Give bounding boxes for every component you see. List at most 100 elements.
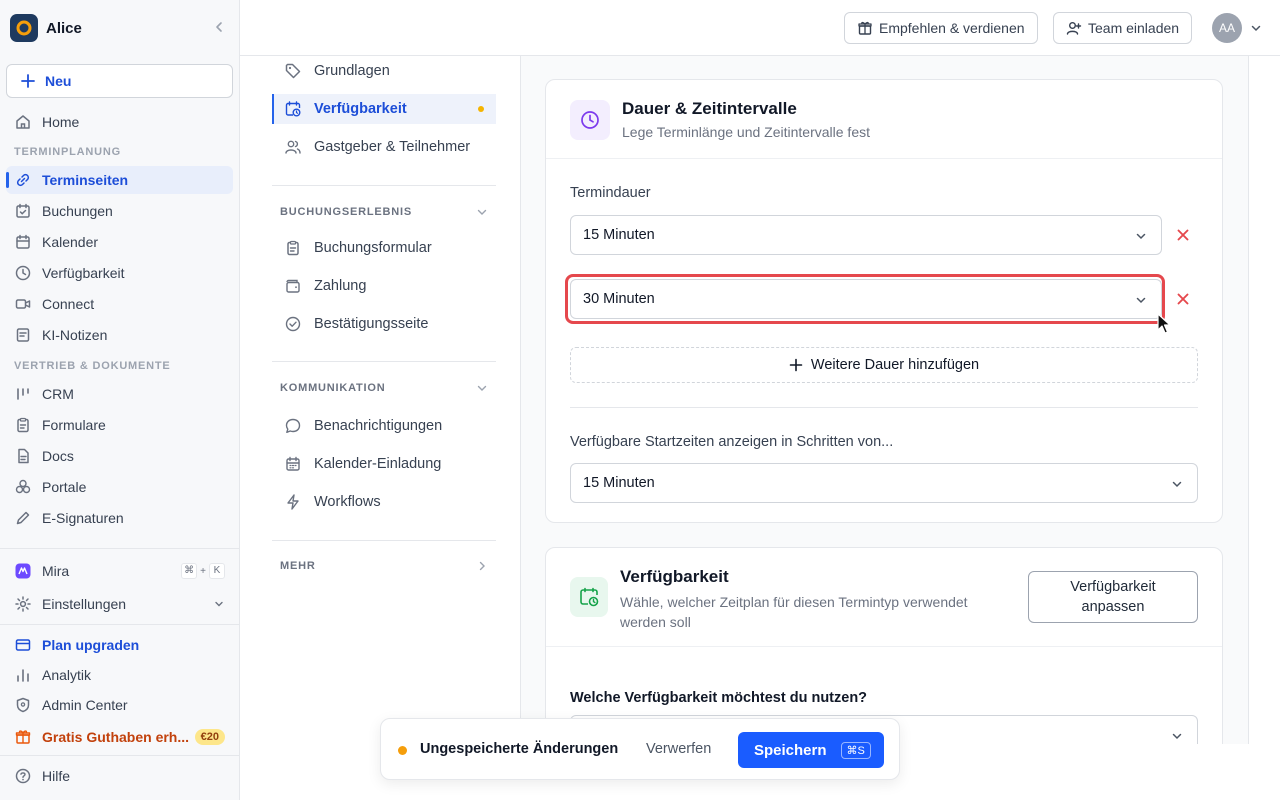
adjust-availability-button[interactable]: Verfügbarkeit anpassen xyxy=(1028,571,1198,623)
subnav-item-gastgeber[interactable]: Gastgeber & Teilnehmer xyxy=(272,132,496,162)
subnav-item-grundlagen[interactable]: Grundlagen xyxy=(272,56,496,86)
subnav-item-label: Zahlung xyxy=(314,278,367,294)
sidebar-item-label: Connect xyxy=(42,296,95,312)
interval-label: Verfügbare Startzeiten anzeigen in Schri… xyxy=(570,434,894,450)
subnav-item-benachrichtigungen[interactable]: Benachrichtigungen xyxy=(272,411,496,441)
sidebar-item-crm[interactable]: CRM xyxy=(6,380,233,408)
calendar-check-icon xyxy=(16,203,30,218)
crm-icon xyxy=(17,388,29,400)
sidebar-item-verfuegbarkeit[interactable]: Verfügbarkeit xyxy=(6,259,233,287)
chevron-down-icon xyxy=(477,209,487,215)
refer-earn-button[interactable]: Empfehlen & verdienen xyxy=(844,12,1038,44)
sidebar-item-analytik[interactable]: Analytik xyxy=(6,661,233,689)
sidebar-item-hilfe[interactable]: Hilfe xyxy=(6,762,233,790)
sidebar-item-einstellungen[interactable]: Einstellungen xyxy=(6,590,233,618)
section-toggle-communication[interactable]: KOMMUNIKATION xyxy=(280,382,488,394)
chevron-down-icon[interactable] xyxy=(1250,22,1262,34)
user-plus-icon xyxy=(1066,22,1082,35)
chevron-down-icon xyxy=(1172,481,1182,488)
sidebar-item-gratis-guthaben[interactable]: Gratis Guthaben erh... €20 xyxy=(6,723,233,751)
plus-icon xyxy=(21,74,35,88)
discard-button[interactable]: Verwerfen xyxy=(646,741,711,757)
remove-duration-2-icon[interactable] xyxy=(1176,292,1190,306)
card-subtitle: Lege Terminlänge und Zeitintervalle fest xyxy=(622,124,871,140)
section-label: BUCHUNGSERLEBNIS xyxy=(280,206,412,218)
subnav-item-label: Grundlagen xyxy=(314,63,390,79)
sidebar-item-ki-notizen[interactable]: KI-Notizen xyxy=(6,321,233,349)
sidebar-item-portale[interactable]: Portale xyxy=(6,473,233,501)
sidebar-item-buchungen[interactable]: Buchungen xyxy=(6,197,233,225)
sidebar-item-terminseiten[interactable]: Terminseiten xyxy=(6,166,233,194)
new-button[interactable]: Neu xyxy=(6,64,233,98)
collapse-sidebar-icon[interactable] xyxy=(212,20,226,34)
subnav-item-label: Benachrichtigungen xyxy=(314,418,443,434)
subnav-item-label: Workflows xyxy=(314,494,381,510)
document-icon xyxy=(18,448,29,464)
sidebar-item-kalender[interactable]: Kalender xyxy=(6,228,233,256)
link-icon xyxy=(16,173,30,187)
sidebar-item-admin-center[interactable]: Admin Center xyxy=(6,691,233,719)
event-settings-nav: Grundlagen Verfügbarkeit Gastgeber & Tei… xyxy=(240,56,521,744)
subnav-item-verfuegbarkeit[interactable]: Verfügbarkeit xyxy=(272,94,496,124)
sidebar-scroll-overflow xyxy=(0,540,240,548)
unsaved-indicator-dot xyxy=(478,106,484,112)
card-title: Dauer & Zeitintervalle xyxy=(622,99,797,118)
sidebar-item-home[interactable]: Home xyxy=(6,108,233,136)
sidebar-item-docs[interactable]: Docs xyxy=(6,442,233,470)
mira-icon xyxy=(15,563,31,579)
check-circle-icon xyxy=(285,316,301,332)
section-toggle-booking[interactable]: BUCHUNGSERLEBNIS xyxy=(280,206,488,218)
remove-duration-1-icon[interactable] xyxy=(1176,228,1190,242)
subnav-item-label: Kalender-Einladung xyxy=(314,456,442,472)
credit-badge: €20 xyxy=(194,729,225,745)
availability-question: Welche Verfügbarkeit möchtest du nutzen? xyxy=(570,690,868,706)
duration-select-1[interactable]: 15 Minuten xyxy=(570,215,1162,255)
sidebar-item-plan-upgrade[interactable]: Plan upgraden xyxy=(6,631,233,659)
sidebar-item-connect[interactable]: Connect xyxy=(6,290,233,318)
pen-icon xyxy=(16,511,30,525)
section-toggle-more[interactable]: MEHR xyxy=(280,560,488,572)
sidebar-item-label: Plan upgraden xyxy=(42,637,140,653)
video-icon xyxy=(15,299,31,309)
clipboard-icon xyxy=(287,240,299,256)
card-subtitle: Wähle, welcher Zeitplan für diesen Termi… xyxy=(620,594,968,630)
duration-label: Termindauer xyxy=(570,185,651,201)
users-icon xyxy=(285,140,301,154)
mira-shortcut: ⌘ + K xyxy=(181,563,225,579)
section-label-sales: VERTRIEB & DOKUMENTE xyxy=(14,360,171,372)
clock-icon xyxy=(570,100,610,140)
subnav-divider xyxy=(272,185,496,186)
subnav-item-buchungsformular[interactable]: Buchungsformular xyxy=(272,233,496,263)
shortcut-key: K xyxy=(209,563,225,579)
sidebar-item-mira[interactable]: Mira ⌘ + K xyxy=(6,557,233,585)
sidebar-item-e-signaturen[interactable]: E-Signaturen xyxy=(6,504,233,532)
subnav-divider xyxy=(272,361,496,362)
workspace-logo xyxy=(10,14,38,42)
workspace-switcher[interactable]: Alice xyxy=(10,13,230,43)
save-shortcut: ⌘S xyxy=(840,741,871,759)
calendar-icon xyxy=(16,234,30,249)
bar-chart-icon xyxy=(17,669,29,682)
save-button[interactable]: Speichern ⌘S xyxy=(738,732,884,768)
bolt-icon xyxy=(287,494,299,510)
calendar-clock-icon xyxy=(285,101,301,117)
sidebar-item-label: Terminseiten xyxy=(42,172,129,188)
subnav-item-label: Bestätigungsseite xyxy=(314,316,429,332)
subnav-item-workflows[interactable]: Workflows xyxy=(272,487,496,517)
avatar[interactable]: AA xyxy=(1212,13,1242,43)
sidebar-item-formulare[interactable]: Formulare xyxy=(6,411,233,439)
sidebar-divider xyxy=(0,755,239,756)
add-duration-button[interactable]: Weitere Dauer hinzufügen xyxy=(570,347,1198,383)
sidebar-item-label: Einstellungen xyxy=(42,596,127,612)
workspace-name: Alice xyxy=(46,19,82,37)
sidebar-item-label: Docs xyxy=(42,448,74,464)
interval-select[interactable]: 15 Minuten xyxy=(570,463,1198,503)
invite-team-button[interactable]: Team einladen xyxy=(1053,12,1193,44)
save-button-label: Speichern xyxy=(754,741,827,759)
subnav-item-bestaetigungsseite[interactable]: Bestätigungsseite xyxy=(272,309,496,339)
sidebar-item-label: Analytik xyxy=(42,667,92,683)
subnav-item-kalender-einladung[interactable]: Kalender-Einladung xyxy=(272,449,496,479)
sidebar-item-label: Gratis Guthaben erh... xyxy=(42,729,190,745)
subnav-item-zahlung[interactable]: Zahlung xyxy=(272,271,496,301)
chevron-down-icon xyxy=(477,385,487,391)
